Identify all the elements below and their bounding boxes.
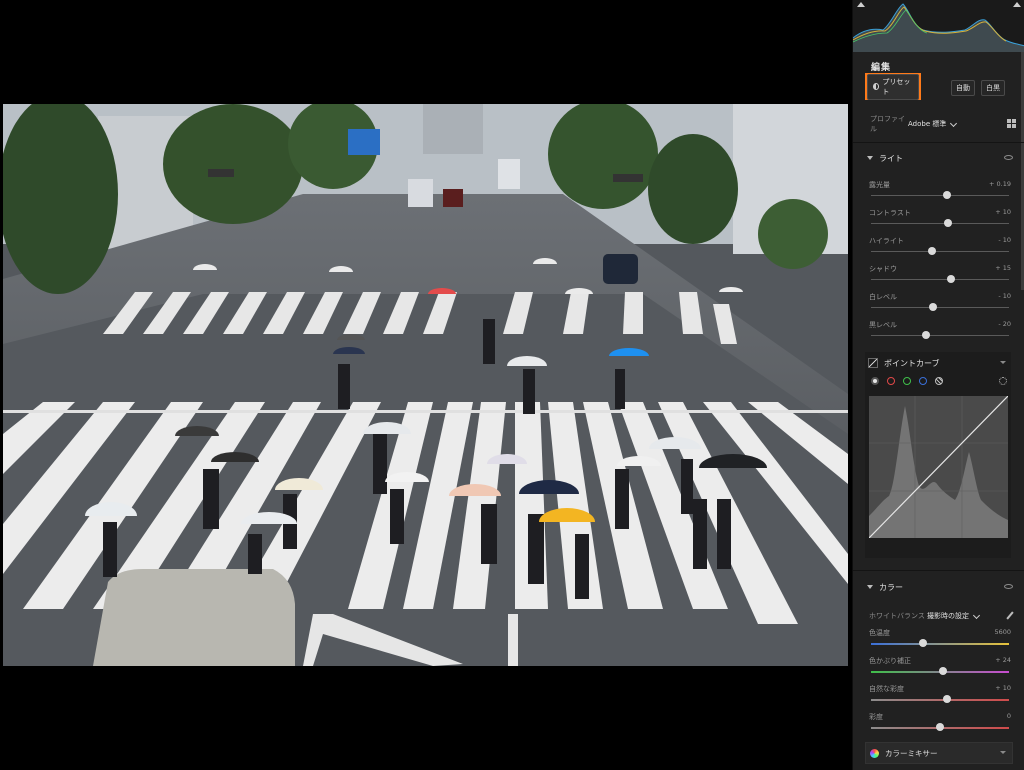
slider-track[interactable] (871, 223, 1009, 224)
slider-label: 色かぶり補正 (869, 657, 911, 665)
preset-button[interactable]: プリセット (865, 73, 921, 100)
collapse-icon (867, 585, 873, 589)
chevron-down-icon[interactable] (1000, 361, 1006, 364)
point-curve-title: ポイントカーブ (884, 358, 940, 368)
slider-tint[interactable]: 色かぶり補正 + 24 (869, 656, 1011, 680)
slider-label: シャドウ (869, 265, 897, 273)
slider-label: 彩度 (869, 713, 883, 721)
slider-thumb[interactable] (919, 639, 928, 647)
bw-button[interactable]: 白黒 (981, 80, 1005, 96)
slider-thumb[interactable] (942, 695, 951, 703)
eye-icon[interactable] (1004, 155, 1013, 160)
collapse-icon (867, 156, 873, 160)
eyedropper-icon[interactable] (1006, 611, 1014, 620)
photo-canvas[interactable] (0, 0, 852, 770)
profile-browser-icon[interactable] (1007, 119, 1016, 128)
slider-label: 露光量 (869, 181, 890, 189)
slider-track[interactable] (871, 335, 1009, 336)
slider-track[interactable] (871, 279, 1009, 280)
preset-label: プリセット (882, 77, 911, 96)
curve-graph[interactable] (869, 396, 1008, 538)
slider-whites[interactable]: 白レベル - 10 (869, 292, 1011, 316)
slider-value[interactable]: - 10 (998, 292, 1011, 300)
slider-thumb[interactable] (947, 275, 956, 283)
light-section-title: ライト (879, 153, 903, 163)
slider-track[interactable] (871, 251, 1009, 252)
light-section-header[interactable]: ライト (867, 152, 1017, 164)
slider-blacks[interactable]: 黒レベル - 20 (869, 320, 1011, 344)
slider-saturation[interactable]: 彩度 0 (869, 712, 1011, 736)
slider-shadows[interactable]: シャドウ + 15 (869, 264, 1011, 288)
edit-panel: 編集 プリセット 自動 白黒 プロファイル Adobe 標準 ライト 露光量 +… (852, 0, 1024, 770)
slider-label: 色温度 (869, 629, 890, 637)
slider-thumb[interactable] (938, 667, 947, 675)
slider-value[interactable]: - 20 (998, 320, 1011, 328)
slider-value[interactable]: 0 (1007, 712, 1011, 720)
slider-value[interactable]: + 0.19 (989, 180, 1011, 188)
profile-label: プロファイル (870, 115, 905, 133)
slider-track[interactable] (871, 195, 1009, 196)
profile-dropdown[interactable]: Adobe 標準 (908, 119, 946, 129)
eye-icon[interactable] (1004, 584, 1013, 589)
slider-label: 白レベル (869, 293, 897, 301)
slider-value[interactable]: + 10 (995, 208, 1011, 216)
color-wheel-icon (870, 748, 879, 758)
slider-thumb[interactable] (927, 247, 936, 255)
slider-value[interactable]: - 10 (998, 236, 1011, 244)
slider-label: ハイライト (869, 237, 904, 245)
slider-thumb[interactable] (944, 219, 953, 227)
slider-track[interactable] (871, 643, 1009, 645)
slider-label: コントラスト (869, 209, 911, 217)
highlight-clipping-icon[interactable] (1013, 2, 1021, 7)
color-mixer-title: カラーミキサー (885, 748, 938, 758)
white-balance-label: ホワイトバランス (869, 612, 925, 620)
point-curve-panel: ポイントカーブ (865, 352, 1011, 558)
slider-value[interactable]: + 15 (995, 264, 1011, 272)
chevron-down-icon[interactable] (1000, 751, 1006, 754)
rgb-channel-icon[interactable] (871, 377, 879, 385)
histogram (853, 0, 1024, 52)
red-channel-icon[interactable] (887, 377, 895, 385)
slider-label: 黒レベル (869, 321, 897, 329)
slider-thumb[interactable] (936, 723, 944, 731)
slider-track[interactable] (871, 699, 1009, 701)
point-curve-header[interactable]: ポイントカーブ (868, 357, 1008, 369)
slider-contrast[interactable]: コントラスト + 10 (869, 208, 1011, 232)
slider-exposure[interactable]: 露光量 + 0.19 (869, 180, 1011, 204)
histogram-graph (853, 3, 1024, 52)
chevron-down-icon[interactable] (972, 611, 981, 619)
curve-icon (868, 358, 878, 368)
preset-icon (873, 83, 880, 90)
slider-temperature[interactable]: 色温度 5600 (869, 628, 1011, 652)
photo-image (3, 104, 848, 666)
slider-thumb[interactable] (922, 331, 931, 339)
parametric-curve-icon[interactable] (935, 377, 943, 385)
chevron-down-icon[interactable] (950, 119, 958, 127)
slider-value[interactable]: + 10 (995, 684, 1011, 692)
foreground-car (93, 569, 295, 666)
slider-value[interactable]: + 24 (995, 656, 1011, 664)
slider-thumb[interactable] (929, 303, 938, 311)
slider-highlights[interactable]: ハイライト - 10 (869, 236, 1011, 260)
auto-button[interactable]: 自動 (951, 80, 975, 96)
blue-channel-icon[interactable] (919, 377, 927, 385)
target-adjust-icon[interactable] (999, 377, 1007, 385)
color-section-title: カラー (879, 582, 903, 592)
slider-label: 自然な彩度 (869, 685, 904, 693)
slider-value[interactable]: 5600 (994, 628, 1011, 636)
curve-channel-selector (871, 377, 1007, 387)
slider-vibrance[interactable]: 自然な彩度 + 10 (869, 684, 1011, 708)
white-balance-dropdown[interactable]: 撮影時の設定 (927, 611, 969, 621)
green-channel-icon[interactable] (903, 377, 911, 385)
crosswalk-photo (3, 104, 848, 666)
white-balance-row: ホワイトバランス 撮影時の設定 (869, 610, 1014, 622)
color-section-header[interactable]: カラー (867, 581, 1017, 593)
slider-track[interactable] (871, 307, 1009, 308)
slider-thumb[interactable] (942, 191, 951, 199)
profile-row: プロファイル Adobe 標準 (870, 115, 1016, 133)
edit-title: 編集 (871, 63, 892, 73)
color-mixer-header[interactable]: カラーミキサー (865, 742, 1013, 764)
shadow-clipping-icon[interactable] (857, 2, 865, 7)
